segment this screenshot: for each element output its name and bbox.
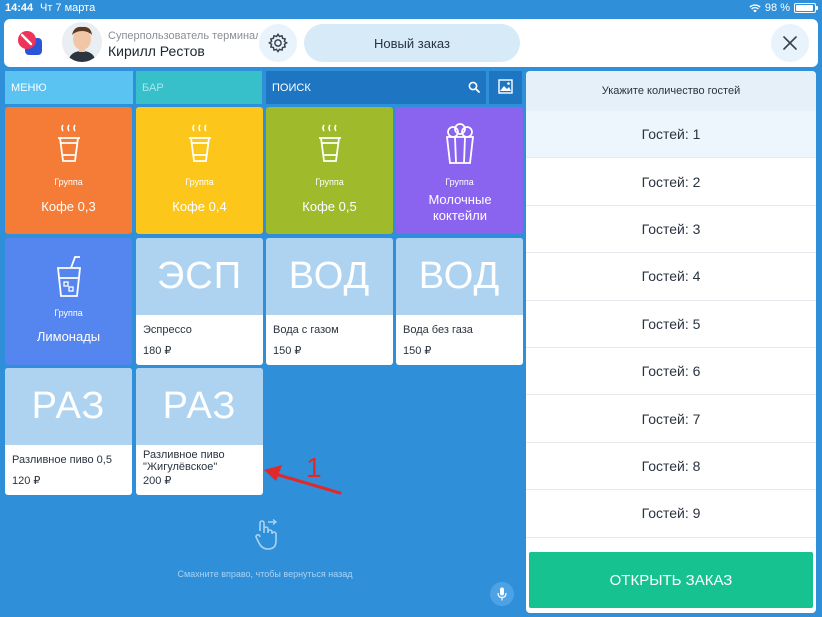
close-button[interactable] (771, 24, 809, 62)
logo-icon (18, 31, 42, 55)
product-price: 150 ₽ (403, 345, 432, 357)
group-name: Кофе 0,4 (172, 199, 227, 214)
group-tile-lemonades[interactable]: Группа Лимонады (5, 238, 132, 365)
product-tile-espresso[interactable]: ЭСП Эспрессо 180 ₽ (136, 238, 263, 365)
battery-percent: 98 % (764, 2, 790, 14)
guests-panel: Укажите количество гостей Гостей: 1 Гост… (526, 71, 816, 613)
product-name: Разливное пиво 0,5 (12, 454, 112, 466)
group-name: Кофе 0,5 (302, 199, 357, 214)
product-tile-sparkling-water[interactable]: ВОД Вода с газом 150 ₽ (266, 238, 393, 365)
annotation-number: 1 (306, 452, 322, 483)
coffee-cup-icon (188, 124, 211, 162)
group-label: Группа (54, 308, 83, 318)
mic-button[interactable] (490, 582, 514, 606)
popcorn-icon (445, 123, 474, 164)
product-price: 120 ₽ (12, 475, 41, 487)
image-view-button[interactable] (489, 71, 522, 104)
product-name: Разливное пиво "Жигулёвское" (143, 449, 225, 473)
guest-option-9[interactable]: Гостей: 9 (526, 490, 816, 538)
guest-option-8[interactable]: Гостей: 8 (526, 443, 816, 491)
group-name: Кофе 0,3 (41, 199, 96, 214)
search-input[interactable]: ПОИСК (266, 71, 486, 104)
drink-cup-icon (56, 256, 81, 297)
tab-bar[interactable]: БАР (136, 71, 262, 104)
group-name: Молочные коктейли (428, 192, 492, 223)
new-order-button[interactable]: Новый заказ (304, 24, 520, 62)
tab-menu[interactable]: МЕНЮ (5, 71, 133, 104)
status-time: 14:44 (5, 2, 34, 14)
product-abbr: ВОД (266, 238, 393, 315)
product-abbr: ЭСП (136, 238, 263, 315)
battery-icon (794, 3, 818, 13)
product-tile-draft-beer-05[interactable]: РАЗ Разливное пиво 0,5 120 ₽ (5, 368, 132, 495)
swipe-hint-text: Смахните вправо, чтобы вернуться назад (177, 569, 353, 579)
annotation-arrow-icon (264, 465, 342, 495)
search-icon (468, 81, 480, 93)
guest-option-3[interactable]: Гостей: 3 (526, 206, 816, 254)
product-price: 150 ₽ (273, 345, 302, 357)
guest-option-1[interactable]: Гостей: 1 (526, 111, 816, 159)
gear-icon (268, 32, 288, 53)
coffee-cup-icon (57, 124, 80, 162)
guests-header: Укажите количество гостей (526, 71, 816, 111)
group-tile-milkshakes[interactable]: Группа Молочные коктейли (396, 107, 523, 234)
avatar[interactable] (62, 22, 102, 62)
group-tile-coffee-05[interactable]: Группа Кофе 0,5 (266, 107, 393, 234)
status-bar: 14:44 Чт 7 марта 98 % (0, 0, 822, 18)
user-name: Кирилл Рестов (108, 43, 205, 59)
guest-option-5[interactable]: Гостей: 5 (526, 301, 816, 348)
product-name: Вода с газом (273, 324, 339, 336)
close-icon (783, 36, 797, 50)
swipe-hand-icon (255, 519, 278, 550)
product-name: Эспрессо (143, 324, 192, 336)
group-label: Группа (315, 177, 344, 187)
avatar-face-icon (62, 22, 102, 62)
guest-option-4[interactable]: Гостей: 4 (526, 253, 816, 301)
group-label: Группа (445, 177, 474, 187)
mic-icon (497, 587, 507, 601)
wifi-icon (749, 3, 761, 12)
header-bar: Суперпользователь терминала Кирилл Ресто… (4, 19, 818, 67)
open-order-button[interactable]: ОТКРЫТЬ ЗАКАЗ (529, 552, 813, 608)
group-label: Группа (185, 177, 214, 187)
guest-option-2[interactable]: Гостей: 2 (526, 158, 816, 206)
product-price: 200 ₽ (143, 475, 172, 487)
group-tile-coffee-03[interactable]: Группа Кофе 0,3 (5, 107, 132, 234)
guest-option-7[interactable]: Гостей: 7 (526, 395, 816, 443)
product-abbr: ВОД (396, 238, 523, 315)
settings-button[interactable] (259, 24, 297, 62)
product-tile-draft-beer-zhigulevskoe[interactable]: РАЗ Разливное пиво "Жигулёвское" 200 ₽ (136, 368, 263, 495)
product-abbr: РАЗ (136, 368, 263, 445)
product-name: Вода без газа (403, 324, 473, 336)
group-name: Лимонады (36, 329, 101, 344)
product-price: 180 ₽ (143, 345, 172, 357)
status-right: 98 % (749, 2, 818, 14)
search-placeholder: ПОИСК (272, 82, 311, 94)
guest-option-6[interactable]: Гостей: 6 (526, 348, 816, 396)
image-icon (498, 79, 513, 94)
group-label: Группа (54, 177, 83, 187)
coffee-cup-icon (318, 124, 341, 162)
status-date: Чт 7 марта (40, 2, 96, 14)
group-tile-coffee-04[interactable]: Группа Кофе 0,4 (136, 107, 263, 234)
product-abbr: РАЗ (5, 368, 132, 445)
product-tile-still-water[interactable]: ВОД Вода без газа 150 ₽ (396, 238, 523, 365)
user-role: Суперпользователь терминала (108, 30, 258, 42)
